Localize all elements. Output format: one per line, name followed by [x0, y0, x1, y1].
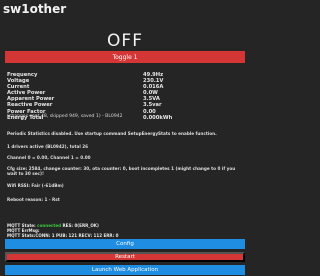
launch-web-app-button[interactable]: Launch Web Application [5, 265, 245, 275]
toggle-button[interactable]: Toggle 1 [5, 51, 245, 63]
reboot-reason-info: Reboot reason: 1 - Rst [7, 197, 60, 202]
mqtt-state-result: RES: 0(ERR_OK) [61, 223, 99, 228]
mqtt-state-value: connected [37, 223, 62, 228]
power-state: OFF [107, 31, 143, 51]
restart-button[interactable]: Restart [5, 252, 245, 262]
mqtt-status: MQTT State: connected RES: 0(ERR_OK) MQT… [7, 223, 244, 238]
cfg-size-info: Cfg size: 2584, change counter: 30, ota … [7, 166, 236, 176]
wifi-rssi-info: Wifi RSSI: Fair (-61dBm) [7, 183, 64, 188]
device-title: sw1other [3, 2, 67, 16]
periodic-stats-note: Periodic Statistics disabled. Use startu… [7, 131, 217, 136]
config-button[interactable]: Config [5, 239, 245, 249]
channels-info: Channel 0 = 0.00, Channel 1 = 0.00 [7, 155, 91, 160]
changes-note: (changes sent 48, skipped 949, saved 1) … [7, 114, 123, 119]
drivers-info: 1 drivers active (BL0942), total 26 [7, 144, 89, 149]
mqtt-stats: MQTT Stats:CONN: 1 PUB: 121 RECV: 112 ER… [7, 232, 119, 238]
